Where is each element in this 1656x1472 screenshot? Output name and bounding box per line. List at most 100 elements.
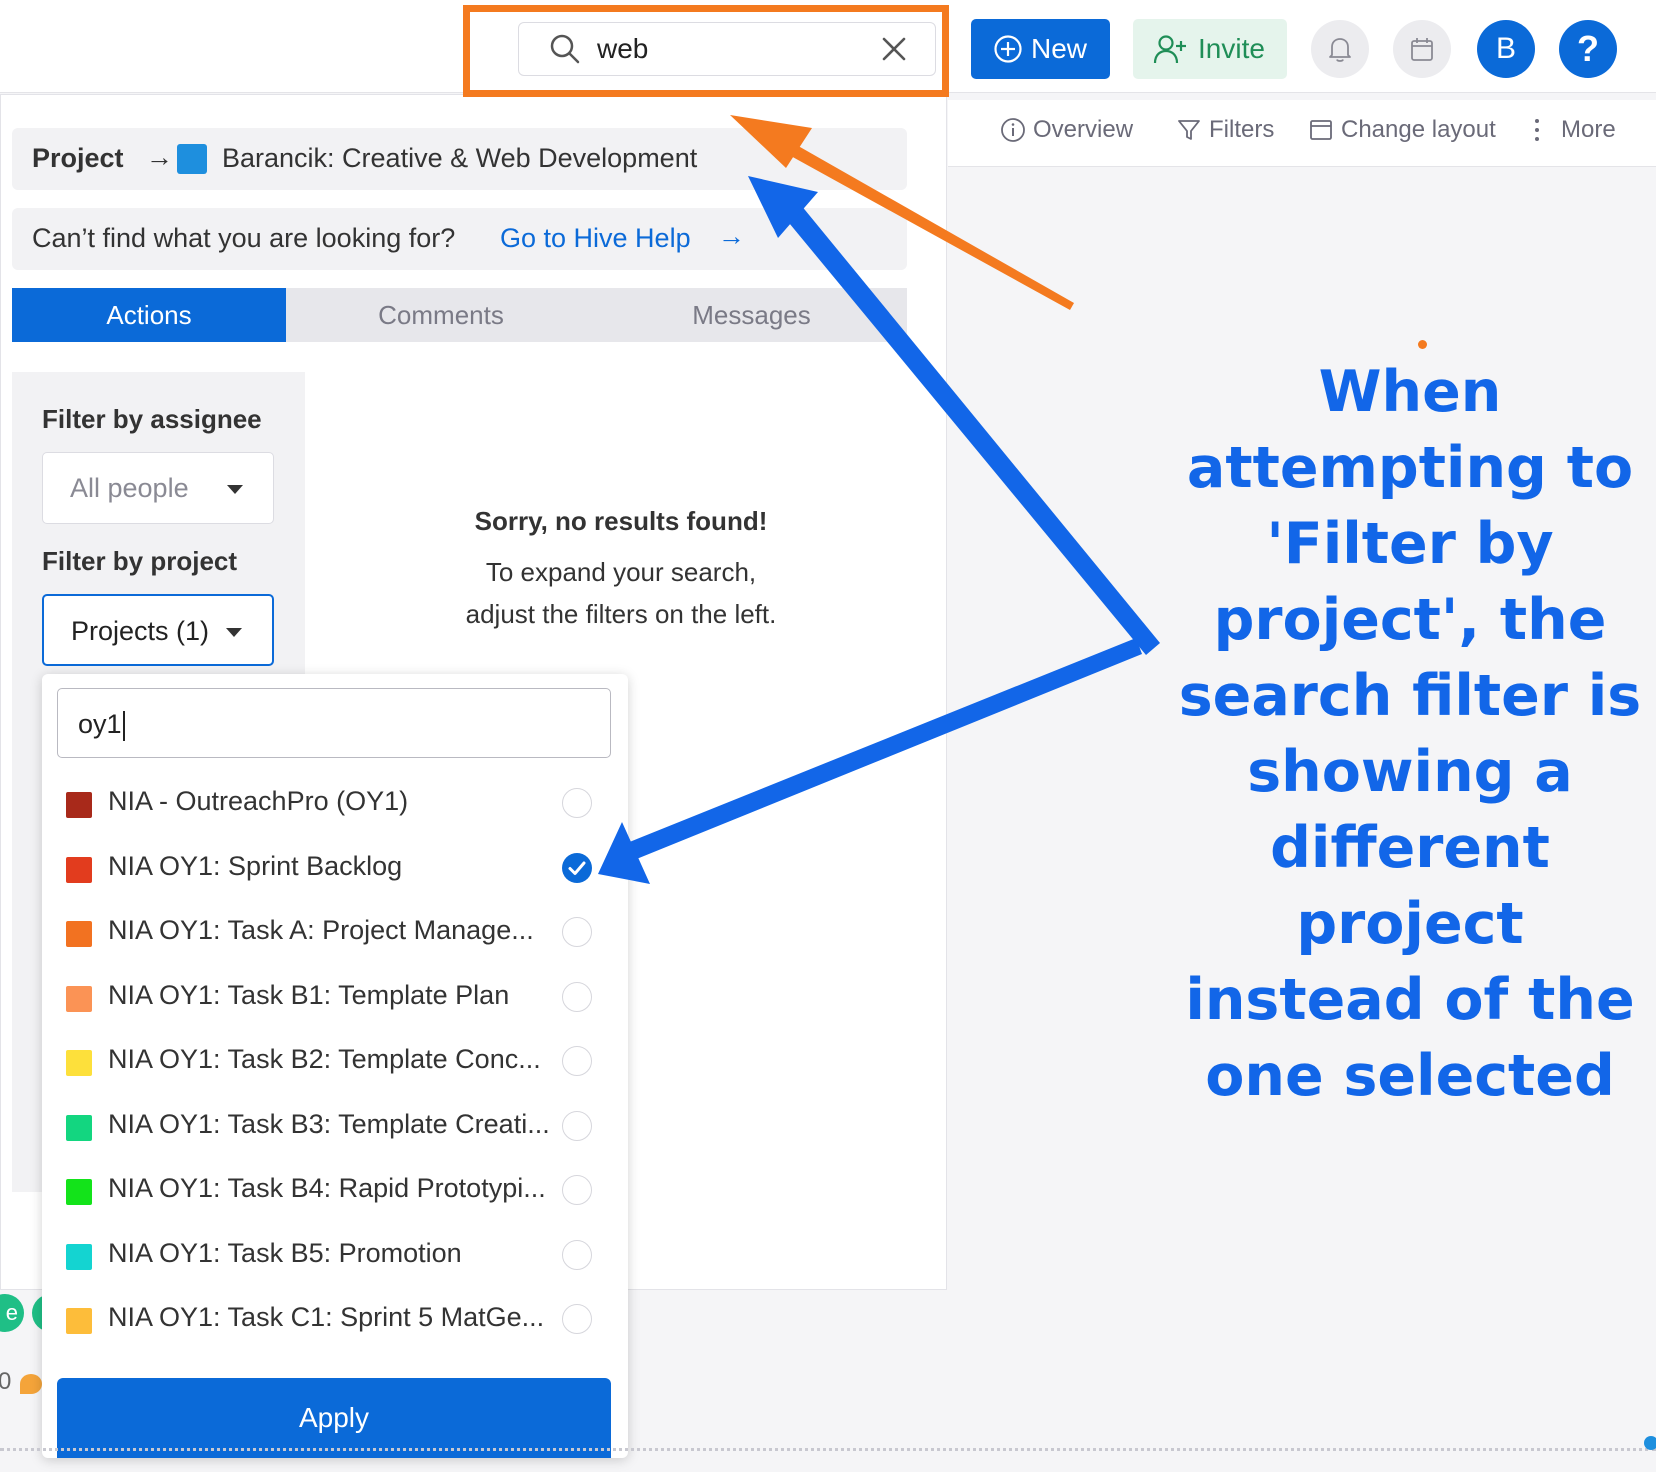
add-user-icon xyxy=(1153,35,1186,64)
project-option-label: NIA - OutreachPro (OY1) xyxy=(108,786,409,816)
notifications-button[interactable] xyxy=(1311,20,1369,78)
project-option-label: NIA OY1: Task B2: Template Conc... xyxy=(108,1044,541,1074)
layout-icon xyxy=(1310,120,1332,140)
annotation-dot xyxy=(1418,340,1427,349)
project-search-input[interactable]: oy1 xyxy=(57,688,611,758)
breadcrumb[interactable]: Project → Barancik: Creative & Web Devel… xyxy=(12,128,907,190)
annotation-line: showing a xyxy=(1247,739,1573,805)
project-option-label: NIA OY1: Task A: Project Manage... xyxy=(108,915,534,945)
project-option[interactable]: NIA OY1: Task B2: Template Conc... xyxy=(42,1030,628,1094)
project-color-swatch xyxy=(66,1050,92,1076)
project-option-label: NIA OY1: Task B5: Promotion xyxy=(108,1237,462,1268)
radio-icon[interactable] xyxy=(562,1304,592,1334)
radio-icon[interactable] xyxy=(562,788,592,818)
project-option[interactable]: NIA - OutreachPro (OY1) xyxy=(42,772,628,836)
no-results-message: Sorry, no results found! To expand your … xyxy=(406,506,836,635)
project-color-swatch xyxy=(66,1243,92,1270)
hive-help-link[interactable]: Go to Hive Help xyxy=(500,223,691,254)
comment-icon xyxy=(20,1374,42,1394)
project-color-swatch xyxy=(66,1179,92,1205)
view-toolbar: Overview Filters Change layout More xyxy=(948,100,1656,167)
radio-icon[interactable] xyxy=(562,917,592,947)
project-option[interactable]: NIA OY1: Task A: Project Manage... xyxy=(42,901,628,965)
new-button[interactable]: New xyxy=(971,19,1110,79)
checked-radio-icon[interactable] xyxy=(562,852,592,883)
project-option[interactable]: NIA OY1: Task B5: Promotion xyxy=(42,1224,628,1288)
assignee-select[interactable]: All people xyxy=(42,452,274,524)
project-option-label: NIA OY1: Task B1: Template Plan xyxy=(108,979,510,1010)
project-color-swatch xyxy=(66,792,92,818)
checkmark-icon xyxy=(568,861,586,875)
tab-messages[interactable]: Messages xyxy=(596,288,907,342)
annotation-text: When attempting to 'Filter by project', the… xyxy=(1150,354,1656,1114)
annotation-line: search filter is xyxy=(1178,663,1642,729)
annotation-line: When xyxy=(1318,359,1502,425)
no-results-title: Sorry, no results found! xyxy=(474,506,768,536)
no-results-hint-line2: adjust the filters on the left. xyxy=(465,599,777,629)
plus-circle-icon xyxy=(994,35,1022,63)
annotation-line: attempting to xyxy=(1186,435,1634,501)
filters-label: Filters xyxy=(1209,116,1275,143)
invite-button-label: Invite xyxy=(1198,33,1265,64)
no-results-hint-line1: To expand your search, xyxy=(485,557,757,587)
tab-actions[interactable]: Actions xyxy=(12,288,286,342)
help-banner: Can’t find what you are looking for? Go … xyxy=(12,208,907,270)
info-icon xyxy=(1001,118,1025,142)
help-question: Can’t find what you are looking for? xyxy=(32,223,456,253)
new-button-label: New xyxy=(1031,33,1088,64)
project-option-label: NIA OY1: Task B3: Template Creati... xyxy=(108,1108,550,1139)
avatar[interactable]: B xyxy=(1477,20,1535,78)
status-dot xyxy=(1644,1436,1656,1450)
filter-assignee-label: Filter by assignee xyxy=(42,404,262,434)
project-search-value: oy1 xyxy=(78,709,122,739)
annotation-highlight-box xyxy=(463,5,949,97)
more-vertical-icon xyxy=(1535,119,1539,141)
annotation-line: one selected xyxy=(1205,1043,1615,1109)
project-option-label: NIA OY1: Task C1: Sprint 5 MatGe... xyxy=(108,1302,545,1332)
project-color-swatch xyxy=(66,1114,92,1141)
annotation-line: project', the xyxy=(1213,587,1607,653)
comment-count: 0 xyxy=(0,1368,12,1395)
caret-down-icon xyxy=(227,485,243,494)
radio-icon[interactable] xyxy=(562,1110,592,1141)
help-button[interactable]: ? xyxy=(1559,20,1617,78)
annotation-line: different project xyxy=(1270,815,1550,957)
project-color-swatch xyxy=(66,985,92,1012)
tab-comments[interactable]: Comments xyxy=(286,288,596,342)
apply-button[interactable]: Apply xyxy=(57,1378,611,1458)
project-select[interactable]: Projects (1) xyxy=(42,594,274,666)
project-option[interactable]: NIA OY1: Sprint Backlog xyxy=(42,837,628,901)
overview-label: Overview xyxy=(1033,116,1134,143)
project-option-label: NIA OY1: Task B4: Rapid Prototypi... xyxy=(108,1173,546,1203)
change-layout-label: Change layout xyxy=(1341,116,1496,143)
project-color-swatch xyxy=(66,921,92,947)
radio-icon[interactable] xyxy=(562,981,592,1012)
project-color-swatch xyxy=(66,1308,92,1334)
project-select-value: Projects (1) xyxy=(71,616,210,646)
caret-down-icon xyxy=(226,628,242,637)
arrow-right-icon[interactable]: → xyxy=(718,221,745,252)
annotation-line: 'Filter by xyxy=(1266,511,1554,577)
project-option[interactable]: NIA OY1: Task B1: Template Plan xyxy=(42,966,628,1030)
filter-project-label: Filter by project xyxy=(42,546,238,576)
result-tabs: Actions Comments Messages xyxy=(12,288,907,342)
project-option[interactable]: NIA OY1: Task B3: Template Creati... xyxy=(42,1095,628,1159)
invite-button[interactable]: Invite xyxy=(1133,19,1287,79)
divider xyxy=(0,1448,1656,1451)
annotation-line: instead of the xyxy=(1185,967,1635,1033)
avatar-chip: e xyxy=(0,1294,24,1332)
project-color-swatch xyxy=(66,856,92,883)
breadcrumb-project-name: Barancik: Creative & Web Development xyxy=(222,143,698,173)
radio-icon[interactable] xyxy=(562,1239,592,1270)
filter-icon xyxy=(1178,120,1200,140)
radio-icon[interactable] xyxy=(562,1046,592,1076)
project-option-label: NIA OY1: Sprint Backlog xyxy=(108,850,403,881)
bell-icon xyxy=(1329,38,1351,62)
breadcrumb-label: Project xyxy=(32,143,124,173)
radio-icon[interactable] xyxy=(562,1175,592,1205)
arrow-right-icon: → xyxy=(146,142,173,172)
assignee-select-value: All people xyxy=(70,473,189,503)
project-option[interactable]: NIA OY1: Task B4: Rapid Prototypi... xyxy=(42,1159,628,1223)
calendar-button[interactable] xyxy=(1393,20,1451,78)
project-option[interactable]: NIA OY1: Task C1: Sprint 5 MatGe... xyxy=(42,1288,628,1352)
